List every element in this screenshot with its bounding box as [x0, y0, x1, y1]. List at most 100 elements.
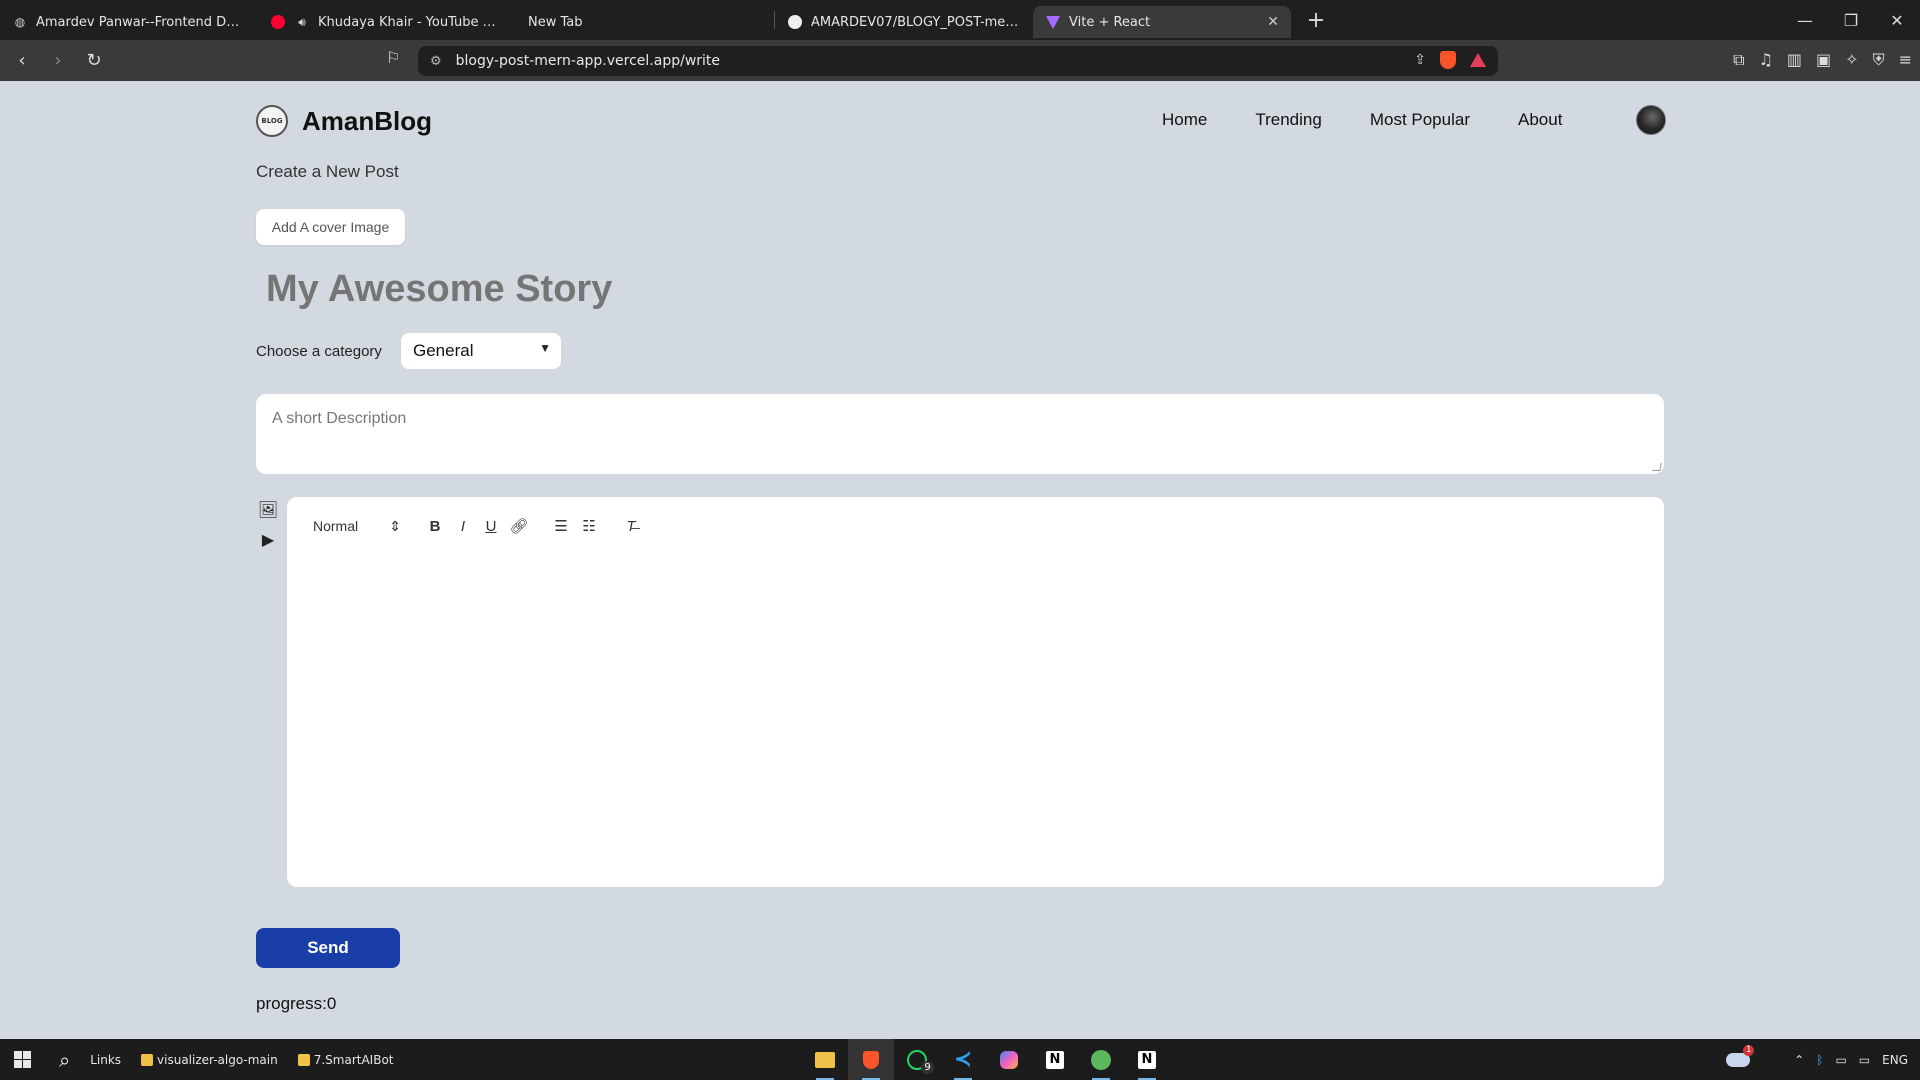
updown-arrows-icon: ⇕ — [389, 517, 401, 534]
brave-browser-icon[interactable] — [848, 1039, 894, 1080]
vpn-icon[interactable]: ⛨ — [1873, 50, 1885, 70]
nav-trending[interactable]: Trending — [1255, 110, 1321, 130]
links-toolbar[interactable]: Links — [90, 1053, 121, 1067]
address-bar[interactable]: ⚙︎ blogy-post-mern-app.vercel.app/write … — [418, 46, 1498, 76]
tab-portfolio[interactable]: ◍ Amardev Panwar--Frontend Developer — [0, 6, 258, 38]
new-tab-button[interactable]: + — [1301, 8, 1331, 33]
tab-new-tab[interactable]: New Tab — [516, 6, 774, 38]
folder-link-label: visualizer-algo-main — [157, 1052, 278, 1067]
weather-icon[interactable]: 1 — [1726, 1044, 1755, 1067]
system-tray: 1 ⌃ ᛒ ▭ ▭ ENG — [1726, 1039, 1908, 1080]
brand-name: AmanBlog — [302, 105, 432, 136]
whatsapp-icon[interactable]: 9 — [894, 1039, 940, 1080]
window-controls: — ❐ ✕ — [1782, 0, 1920, 40]
category-select[interactable]: General ▼ — [401, 333, 561, 369]
github-icon — [787, 14, 803, 30]
camera-icon[interactable]: ▭ — [1835, 1053, 1846, 1067]
search-icon[interactable]: ⌕ — [59, 1048, 70, 1072]
bold-icon[interactable]: B — [421, 518, 449, 535]
close-tab-icon[interactable]: ✕ — [1267, 14, 1279, 30]
tab-label: New Tab — [528, 14, 583, 30]
browser-toolbar-icons: ⧉ ♫ ▥ ▣ ✧ ⛨ ≡ — [1733, 50, 1912, 70]
brave-shields-icon[interactable] — [1440, 51, 1456, 69]
folder-icon — [141, 1053, 154, 1066]
back-icon[interactable]: ‹ — [8, 47, 36, 75]
underline-icon[interactable]: U — [477, 518, 505, 535]
close-window-icon[interactable]: ✕ — [1874, 0, 1920, 40]
leo-ai-icon[interactable]: ✧ — [1845, 50, 1858, 70]
tab-label: Amardev Panwar--Frontend Developer — [36, 14, 246, 30]
send-button[interactable]: Send — [256, 928, 400, 968]
folder-link-smartaibot[interactable]: 7.SmartAIBot — [297, 1052, 394, 1067]
write-page: BLOG AmanBlog Home Trending Most Popular… — [0, 81, 1920, 1039]
vscode-icon[interactable]: ≺ — [940, 1039, 986, 1080]
globe-icon: ◍ — [14, 15, 26, 29]
folder-icon — [297, 1053, 310, 1066]
vite-icon — [1045, 14, 1061, 30]
ordered-list-icon[interactable]: ☰ — [547, 517, 575, 535]
wallet-icon[interactable]: ▣ — [1816, 50, 1831, 70]
user-avatar[interactable] — [1636, 105, 1666, 135]
windows-start-icon[interactable] — [14, 1051, 31, 1068]
description-textarea[interactable]: A short Description — [256, 394, 1664, 474]
format-select[interactable]: Normal ⇕ — [313, 518, 401, 535]
site-logo[interactable]: BLOG AmanBlog — [256, 105, 432, 137]
description-placeholder: A short Description — [272, 410, 407, 427]
category-selected-value: General — [413, 341, 474, 360]
copilot-icon[interactable] — [986, 1039, 1032, 1080]
post-title-input[interactable] — [262, 261, 962, 317]
tab-label: Vite + React — [1069, 14, 1151, 30]
site-settings-icon[interactable]: ⚙︎ — [430, 54, 442, 69]
minimize-icon[interactable]: — — [1782, 0, 1828, 40]
logo-mark-text: BLOG — [261, 117, 283, 125]
reload-icon[interactable]: ↻ — [80, 47, 108, 75]
nav-about[interactable]: About — [1518, 110, 1562, 130]
taskbar-apps: 9 ≺ N N — [802, 1039, 1170, 1080]
link-icon[interactable]: 🔗︎ — [505, 517, 533, 535]
upload-progress: progress:0 — [256, 994, 337, 1013]
add-cover-image-button[interactable]: Add A cover Image — [256, 209, 405, 245]
bullet-list-icon[interactable]: ☷ — [575, 517, 603, 535]
youtube-music-icon — [270, 14, 286, 30]
utorrent-icon[interactable] — [1078, 1039, 1124, 1080]
category-label: Choose a category — [256, 343, 382, 360]
italic-icon[interactable]: I — [449, 518, 477, 535]
clear-format-icon[interactable]: T̶ — [617, 518, 645, 535]
browser-tab-bar: ◍ Amardev Panwar--Frontend Developer 🔊︎ … — [0, 0, 1920, 40]
notion-icon[interactable]: N — [1032, 1039, 1078, 1080]
rich-text-editor[interactable]: Normal ⇕ B I U 🔗︎ ☰ ☷ T̶ — [287, 497, 1664, 887]
speaker-icon[interactable]: 🔊︎ — [294, 14, 310, 30]
media-icon[interactable]: ♫ — [1759, 50, 1773, 70]
language-indicator[interactable]: ENG — [1882, 1053, 1908, 1067]
battery-icon[interactable]: ▭ — [1859, 1053, 1870, 1067]
notion-icon[interactable]: N — [1124, 1039, 1170, 1080]
whatsapp-badge: 9 — [921, 1061, 934, 1074]
chevron-up-icon[interactable]: ⌃ — [1794, 1053, 1804, 1067]
windows-taskbar: ⌕ Links visualizer-algo-main 7.SmartAIBo… — [0, 1039, 1920, 1080]
bluetooth-icon[interactable]: ᛒ — [1816, 1053, 1823, 1067]
menu-icon[interactable]: ≡ — [1899, 50, 1912, 70]
tab-vite-react[interactable]: Vite + React ✕ — [1033, 6, 1291, 38]
add-video-icon[interactable]: ▶︎ — [258, 529, 278, 549]
bookmark-icon[interactable]: ⚐ — [386, 48, 400, 67]
nav-home[interactable]: Home — [1162, 110, 1207, 130]
forward-icon[interactable]: › — [44, 47, 72, 75]
sidebar-icon[interactable]: ▥ — [1787, 50, 1802, 70]
tab-youtube-music[interactable]: 🔊︎ Khudaya Khair - YouTube Music — [258, 6, 516, 38]
folder-link-visualizer[interactable]: visualizer-algo-main — [141, 1053, 278, 1067]
chevron-down-icon: ▼ — [539, 341, 551, 355]
url-text: blogy-post-mern-app.vercel.app/write — [455, 53, 721, 69]
share-icon[interactable]: ⇪ — [1414, 52, 1426, 68]
tab-github[interactable]: AMARDEV07/BLOGY_POST-mern-app — [775, 6, 1033, 38]
resize-handle-icon[interactable] — [1652, 463, 1662, 471]
add-image-icon[interactable]: 🖼︎ — [258, 499, 278, 519]
blog-logo-icon: BLOG — [256, 105, 288, 137]
page-subtitle: Create a New Post — [256, 162, 399, 181]
nav-most-popular[interactable]: Most Popular — [1370, 110, 1470, 130]
restore-icon[interactable]: ❐ — [1828, 0, 1874, 40]
screenshot-icon[interactable]: ⧉ — [1733, 50, 1744, 70]
folder-link-label: 7.SmartAIBot — [313, 1052, 394, 1067]
file-explorer-icon[interactable] — [802, 1039, 848, 1080]
weather-badge: 1 — [1743, 1044, 1755, 1056]
brave-rewards-icon[interactable] — [1470, 53, 1486, 67]
